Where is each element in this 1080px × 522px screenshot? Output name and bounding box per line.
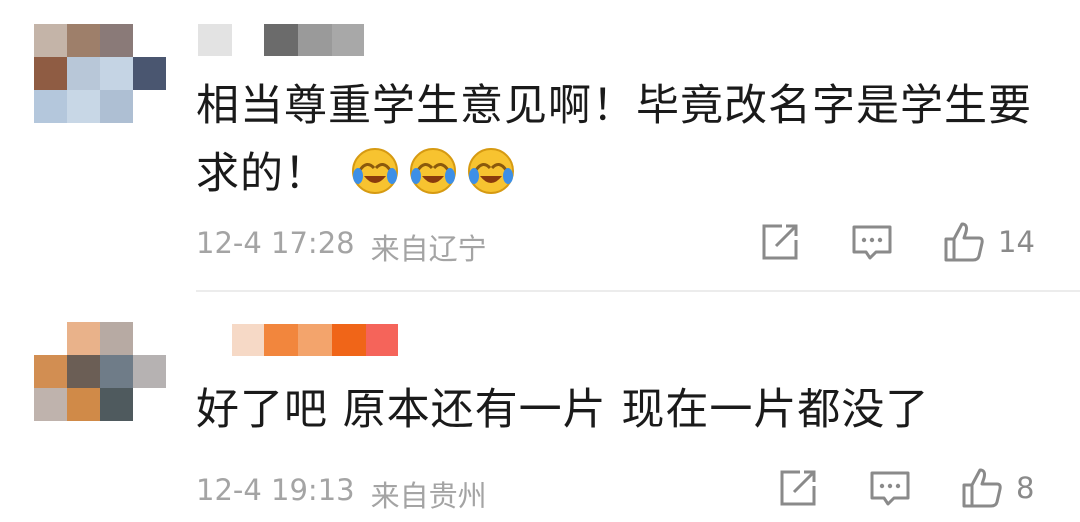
laughing-crying-emoji-icon [410, 148, 456, 194]
comment-meta: 12-4 19:13 来自贵州 [196, 473, 487, 515]
comment-icon[interactable] [868, 466, 912, 510]
comment-location: 来自贵州 [370, 479, 487, 513]
comment-icon[interactable] [850, 220, 894, 264]
laughing-crying-emoji-icon [352, 148, 398, 194]
comment-item: 相当尊重学生意见啊！毕竟改名字是学生要求的！ 12-4 17:28 来自辽宁 1… [0, 0, 1080, 290]
comment-meta: 12-4 17:28 来自辽宁 [196, 226, 487, 268]
comment-item: 好了吧 原本还有一片 现在一片都没了 12-4 19:13 来自贵州 8 [0, 292, 1080, 522]
thumbs-up-icon[interactable] [960, 466, 1004, 510]
share-icon[interactable] [776, 466, 820, 510]
like-count: 14 [998, 225, 1035, 259]
comment-actions: 8 [776, 466, 1034, 510]
comment-body: 相当尊重学生意见啊！毕竟改名字是学生要求的！ [196, 81, 1032, 199]
avatar[interactable] [34, 322, 166, 421]
comment-time: 12-4 17:28 [196, 226, 355, 260]
username-blurred[interactable] [198, 24, 364, 56]
comment-body: 好了吧 原本还有一片 现在一片都没了 [196, 385, 930, 435]
comment-actions: 14 [758, 220, 1035, 264]
comment-location: 来自辽宁 [370, 232, 487, 266]
comment-text: 相当尊重学生意见啊！毕竟改名字是学生要求的！ [196, 72, 1036, 208]
comment-time: 12-4 19:13 [196, 473, 355, 507]
like-count: 8 [1016, 471, 1035, 505]
share-icon[interactable] [758, 220, 802, 264]
username-blurred[interactable] [232, 324, 398, 356]
avatar[interactable] [34, 24, 166, 123]
laughing-crying-emoji-icon [468, 148, 514, 194]
comment-text: 好了吧 原本还有一片 现在一片都没了 [196, 376, 1056, 444]
thumbs-up-icon[interactable] [942, 220, 986, 264]
